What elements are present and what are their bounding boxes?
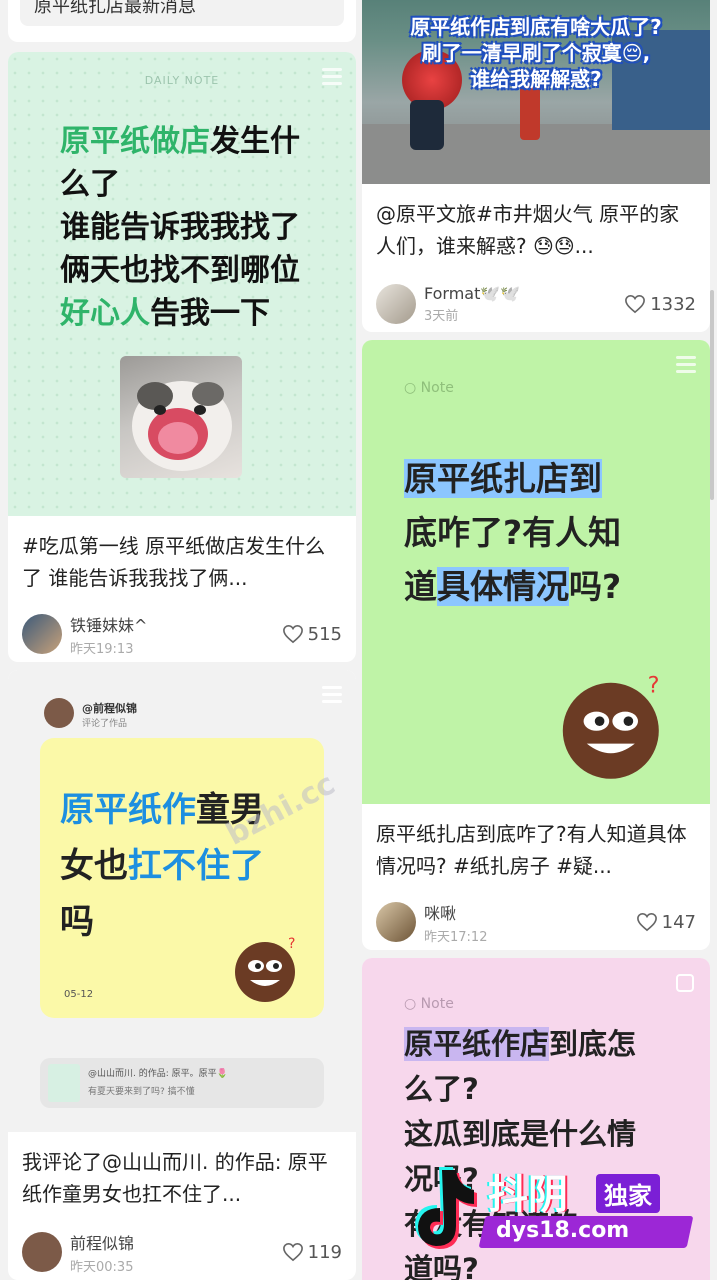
like-button[interactable]: 119 xyxy=(282,1242,342,1263)
feed-card-4[interactable]: ○ Note 原平纸扎店到 底咋了?有人知 道具体情况吗? ? 原平纸扎店到底咋… xyxy=(362,340,710,950)
heart-icon xyxy=(282,624,303,644)
svg-text:?: ? xyxy=(648,672,660,698)
avatar[interactable] xyxy=(22,1232,62,1272)
card-2-title[interactable]: @原平文旅#市井烟火气 原平的家人们，谁来解惑? 😓😓... xyxy=(362,184,710,268)
heart-icon xyxy=(282,1242,303,1262)
feed-card-partial[interactable]: 原平纸扎店最新消息 xyxy=(8,0,356,42)
brand-name: 抖阴 xyxy=(488,1172,568,1218)
note-label: ○ Note xyxy=(404,380,454,396)
yellow-note: 原平纸作童男 女也扛不住了 吗 05-12 ? xyxy=(40,738,324,1018)
site-url: dys18.com xyxy=(496,1218,630,1243)
quote-line-2: 有夏天要来到了吗? 搞不懂 xyxy=(88,1087,195,1097)
card-1-cover-text: 原平纸做店发生什 么了 谁能告诉我我找了 俩天也找不到哪位 好心人告我一下 xyxy=(60,124,300,331)
card-4-title[interactable]: 我评论了@山山而川. 的作品: 原平纸作童男女也扛不住了... xyxy=(8,1132,356,1216)
daily-note-label: DAILY NOTE xyxy=(144,74,220,87)
post-time: 昨天17:12 xyxy=(424,929,488,945)
like-button[interactable]: 147 xyxy=(636,912,696,933)
card-1-cover[interactable]: DAILY NOTE 原平纸做店发生什 么了 谁能告诉我我找了 俩天也找不到哪位… xyxy=(8,52,356,516)
card-3-cover[interactable]: ○ Note 原平纸扎店到 底咋了?有人知 道具体情况吗? ? xyxy=(362,340,710,804)
cat-photo xyxy=(120,356,242,478)
avatar[interactable] xyxy=(22,614,62,654)
like-button[interactable]: 515 xyxy=(282,624,342,645)
svg-text:?: ? xyxy=(288,936,295,952)
like-button[interactable]: 1332 xyxy=(624,294,696,315)
note-label: ○ Note xyxy=(404,996,454,1012)
feed: 原平纸扎店最新消息 DAILY NOTE 原平纸做店发生什 么了 谁能告诉我我找… xyxy=(0,0,717,1280)
card-3-meta: 咪啾 昨天17:12 147 xyxy=(362,894,710,950)
brand-watermark: 抖阴 独家 dys18.com xyxy=(404,1160,714,1260)
author-name[interactable]: 前程似锦 xyxy=(70,1230,282,1254)
like-count: 1332 xyxy=(650,293,696,315)
nervous-emoji-icon: ? xyxy=(562,672,660,779)
note-date: 05-12 xyxy=(64,989,94,1000)
comment-avatar xyxy=(44,698,74,728)
like-count: 147 xyxy=(661,911,696,933)
avatar[interactable] xyxy=(376,284,416,324)
nervous-emoji-icon: ? xyxy=(235,936,295,1002)
heart-icon xyxy=(636,912,657,932)
post-time: 昨天19:13 xyxy=(70,641,134,657)
exclusive-badge: 独家 xyxy=(596,1174,660,1213)
photo-overlay-text: 原平纸作店到底有啥大瓜了? 刷了一清早刷了个寂寞😔, 谁给我解解惑? xyxy=(410,15,662,91)
feed-card-1[interactable]: DAILY NOTE 原平纸做店发生什 么了 谁能告诉我我找了 俩天也找不到哪位… xyxy=(8,52,356,662)
partial-card-text: 原平纸扎店最新消息 xyxy=(20,0,344,26)
person-figure xyxy=(410,100,444,150)
heart-icon xyxy=(625,294,646,314)
menu-icon xyxy=(322,686,342,707)
yellow-note-text: 原平纸作童男 女也扛不住了 吗 xyxy=(60,790,264,942)
comment-sub: 评论了作品 xyxy=(82,719,128,729)
card-3-title[interactable]: 原平纸扎店到底咋了?有人知道具体情况吗? #纸扎房子 #疑... xyxy=(362,804,710,888)
scrollbar[interactable] xyxy=(710,290,714,500)
card-4-cover[interactable]: @前程似锦 评论了作品 原平纸作童男 女也扛不住了 吗 05-12 ? @山山而… xyxy=(8,670,356,1132)
feed-card-3[interactable]: @前程似锦 评论了作品 原平纸作童男 女也扛不住了 吗 05-12 ? @山山而… xyxy=(8,670,356,1280)
post-time: 昨天00:35 xyxy=(70,1259,134,1275)
like-count: 515 xyxy=(307,623,342,645)
author-name[interactable]: Format🕊️🕊️ xyxy=(424,284,624,303)
quote-line-1: @山山而川. 的作品: 原平。原平🌷 xyxy=(88,1069,228,1079)
card-1-title[interactable]: #吃瓜第一线 原平纸做店发生什么了 谁能告诉我我找了俩... xyxy=(8,516,356,600)
card-1-meta: 铁锤妹妹^ 昨天19:13 515 xyxy=(8,606,356,662)
avatar[interactable] xyxy=(376,902,416,942)
quote-thumbnail xyxy=(48,1064,80,1102)
post-time: 3天前 xyxy=(424,309,459,324)
card-3-cover-text: 原平纸扎店到 底咋了?有人知 道具体情况吗? xyxy=(404,459,622,606)
card-4-meta: 前程似锦 昨天00:35 119 xyxy=(8,1224,356,1280)
author-name[interactable]: 铁锤妹妹^ xyxy=(70,612,282,636)
menu-icon xyxy=(322,68,342,89)
menu-icon xyxy=(676,356,696,377)
feed-card-2[interactable]: 原平纸作店到底有啥大瓜了? 刷了一清早刷了个寂寞😔, 谁给我解解惑? @原平文旅… xyxy=(362,0,710,332)
comment-user: @前程似锦 xyxy=(82,702,137,715)
author-name[interactable]: 咪啾 xyxy=(424,900,636,924)
card-2-meta: Format🕊️🕊️ 3天前 1332 xyxy=(362,276,710,332)
card-2-photo[interactable]: 原平纸作店到底有啥大瓜了? 刷了一清早刷了个寂寞😔, 谁给我解解惑? xyxy=(362,0,710,184)
multi-image-icon xyxy=(676,974,694,992)
tiktok-logo-icon xyxy=(415,1167,477,1249)
quote-box: @山山而川. 的作品: 原平。原平🌷 有夏天要来到了吗? 搞不懂 xyxy=(40,1058,324,1108)
like-count: 119 xyxy=(307,1241,342,1263)
